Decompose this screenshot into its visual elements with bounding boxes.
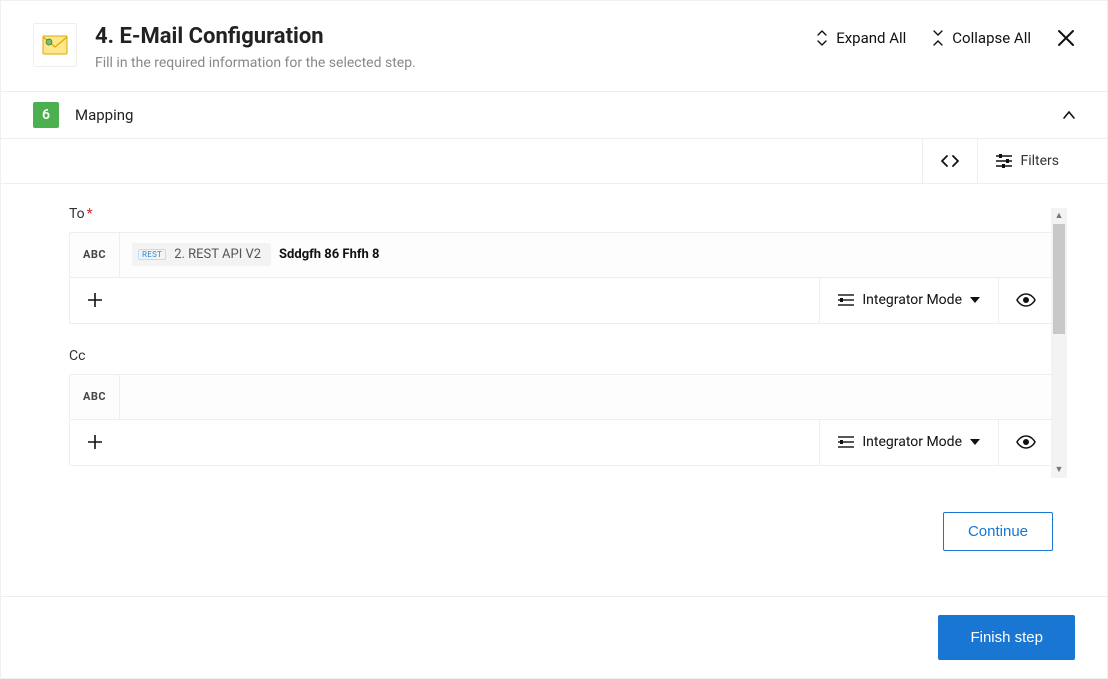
to-type-badge: ABC xyxy=(70,233,120,277)
scroll-up-arrow-icon[interactable]: ▲ xyxy=(1051,208,1067,224)
cc-add-button[interactable] xyxy=(70,420,120,465)
chip-source-label: 2. REST API V2 xyxy=(174,247,261,262)
list-icon xyxy=(838,436,854,448)
chevron-up-icon xyxy=(1061,107,1077,123)
filters-icon xyxy=(996,154,1012,168)
section-title: Mapping xyxy=(75,106,133,124)
cc-label: Cc xyxy=(69,348,1053,364)
close-button[interactable] xyxy=(1057,29,1075,47)
to-value-text: Sddgfh 86 Fhfh 8 xyxy=(279,247,379,262)
inner-scrollbar[interactable]: ▲ ▼ xyxy=(1051,208,1067,478)
to-mode-selector[interactable]: Integrator Mode xyxy=(819,278,998,323)
to-mode-label: Integrator Mode xyxy=(862,292,962,308)
chip-tag: REST xyxy=(138,249,166,260)
cc-mode-selector[interactable]: Integrator Mode xyxy=(819,420,998,465)
expand-all-button[interactable]: Expand All xyxy=(816,29,906,47)
caret-down-icon xyxy=(970,297,980,303)
code-view-button[interactable] xyxy=(922,139,977,183)
mapping-section-header[interactable]: 6 Mapping xyxy=(1,92,1107,139)
eye-icon xyxy=(1016,435,1036,449)
collapse-all-label: Collapse All xyxy=(952,29,1031,47)
to-label: To* xyxy=(69,206,1053,222)
plus-icon xyxy=(88,435,102,449)
page-title: 4. E-Mail Configuration xyxy=(95,23,816,51)
list-icon xyxy=(838,294,854,306)
scroll-down-arrow-icon[interactable]: ▼ xyxy=(1051,462,1067,478)
collapse-all-button[interactable]: Collapse All xyxy=(932,29,1031,47)
cc-input-row[interactable]: ABC xyxy=(69,374,1053,420)
to-add-button[interactable] xyxy=(70,278,120,323)
code-icon xyxy=(941,154,959,168)
filters-bar: Filters xyxy=(1,139,1107,184)
to-source-chip[interactable]: REST 2. REST API V2 xyxy=(132,243,271,266)
filters-label: Filters xyxy=(1020,153,1059,169)
cc-type-badge: ABC xyxy=(70,375,120,419)
scrollbar-thumb[interactable] xyxy=(1053,224,1065,334)
expand-all-label: Expand All xyxy=(836,29,906,47)
content-scroll[interactable]: 6 Mapping xyxy=(1,92,1107,597)
expand-icon xyxy=(816,30,828,46)
collapse-icon xyxy=(932,30,944,46)
required-marker: * xyxy=(87,206,93,222)
footer: Finish step xyxy=(1,597,1107,678)
page-header: 4. E-Mail Configuration Fill in the requ… xyxy=(1,1,1107,92)
to-field: To* ABC REST 2. REST API V2 Sddgfh 86 Fh… xyxy=(69,206,1053,324)
cc-field: Cc ABC xyxy=(69,348,1053,466)
step-number-badge: 6 xyxy=(33,102,59,128)
email-icon xyxy=(33,23,77,67)
to-input-row[interactable]: ABC REST 2. REST API V2 Sddgfh 86 Fhfh 8 xyxy=(69,232,1053,278)
eye-icon xyxy=(1016,293,1036,307)
finish-step-button[interactable]: Finish step xyxy=(938,615,1075,660)
cc-mode-label: Integrator Mode xyxy=(862,434,962,450)
section-collapse-toggle[interactable] xyxy=(1061,107,1077,123)
continue-button[interactable]: Continue xyxy=(943,512,1053,551)
page-subtitle: Fill in the required information for the… xyxy=(95,55,816,71)
close-icon xyxy=(1057,29,1075,47)
filters-button[interactable]: Filters xyxy=(977,139,1077,183)
caret-down-icon xyxy=(970,439,980,445)
to-preview-button[interactable] xyxy=(998,278,1052,323)
plus-icon xyxy=(88,293,102,307)
cc-preview-button[interactable] xyxy=(998,420,1052,465)
